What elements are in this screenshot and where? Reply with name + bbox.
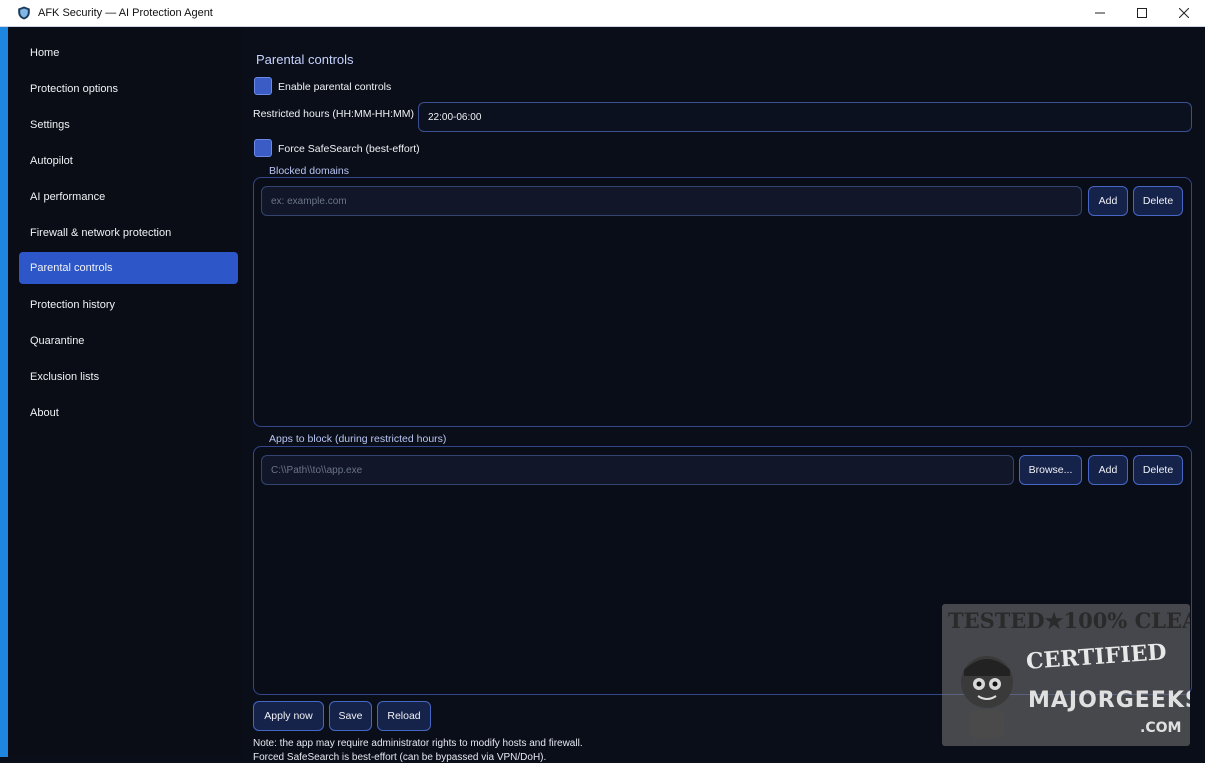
restricted-hours-input[interactable] (418, 102, 1192, 132)
blocked-domains-title: Blocked domains (269, 165, 349, 177)
watermark-tested-text: TESTED★100% CLEAN (948, 608, 1190, 633)
force-safesearch-checkbox[interactable] (254, 139, 272, 157)
add-app-button[interactable]: Add (1088, 455, 1128, 485)
sidebar-item-firewall[interactable]: Firewall & network protection (19, 217, 238, 249)
apps-block-title: Apps to block (during restricted hours) (269, 433, 447, 445)
sidebar-item-autopilot[interactable]: Autopilot (19, 145, 238, 177)
sidebar-item-parental-controls[interactable]: Parental controls (19, 252, 238, 284)
watermark-certified-text: CERTIFIED (1025, 639, 1168, 675)
shield-icon (18, 6, 30, 20)
title-bar: AFK Security — AI Protection Agent (0, 0, 1205, 27)
window-title: AFK Security — AI Protection Agent (38, 7, 213, 19)
sidebar: Home Protection options Settings Autopil… (8, 27, 242, 757)
enable-parental-checkbox[interactable] (254, 77, 272, 95)
restricted-hours-label: Restricted hours (HH:MM-HH:MM) (253, 108, 415, 120)
mascot-icon (961, 656, 1013, 738)
sidebar-item-about[interactable]: About (19, 397, 238, 429)
sidebar-item-home[interactable]: Home (19, 37, 238, 69)
app-path-input[interactable] (261, 455, 1014, 485)
save-button[interactable]: Save (329, 701, 372, 731)
force-safesearch-label: Force SafeSearch (best-effort) (278, 143, 420, 155)
close-icon[interactable] (1163, 0, 1205, 26)
blocked-domains-list[interactable] (261, 222, 1183, 420)
sidebar-item-quarantine[interactable]: Quarantine (19, 325, 238, 357)
sidebar-item-exclusion-lists[interactable]: Exclusion lists (19, 361, 238, 393)
safesearch-note: Forced SafeSearch is best-effort (can be… (253, 752, 547, 763)
sidebar-item-settings[interactable]: Settings (19, 109, 238, 141)
admin-note: Note: the app may require administrator … (253, 738, 583, 749)
sidebar-item-protection-options[interactable]: Protection options (19, 73, 238, 105)
add-domain-button[interactable]: Add (1088, 186, 1128, 216)
minimize-icon[interactable] (1079, 0, 1121, 26)
enable-parental-label: Enable parental controls (278, 81, 392, 93)
sidebar-item-ai-performance[interactable]: AI performance (19, 181, 238, 213)
sidebar-item-protection-history[interactable]: Protection history (19, 289, 238, 321)
delete-domain-button[interactable]: Delete (1133, 186, 1183, 216)
delete-app-button[interactable]: Delete (1133, 455, 1183, 485)
window-accent-edge (0, 27, 8, 757)
reload-button[interactable]: Reload (377, 701, 431, 731)
page-title: Parental controls (256, 52, 354, 67)
blocked-domains-group: Add Delete (253, 177, 1192, 427)
watermark-majorgeeks-text: MAJORGEEKS (1028, 688, 1190, 713)
apply-now-button[interactable]: Apply now (253, 701, 324, 731)
watermark-com-text: .COM (1140, 720, 1182, 736)
domain-input[interactable] (261, 186, 1082, 216)
browse-button[interactable]: Browse... (1019, 455, 1082, 485)
majorgeeks-watermark: TESTED★100% CLEAN CERTIFIED MAJORGEEKS .… (942, 604, 1190, 746)
maximize-icon[interactable] (1121, 0, 1163, 26)
